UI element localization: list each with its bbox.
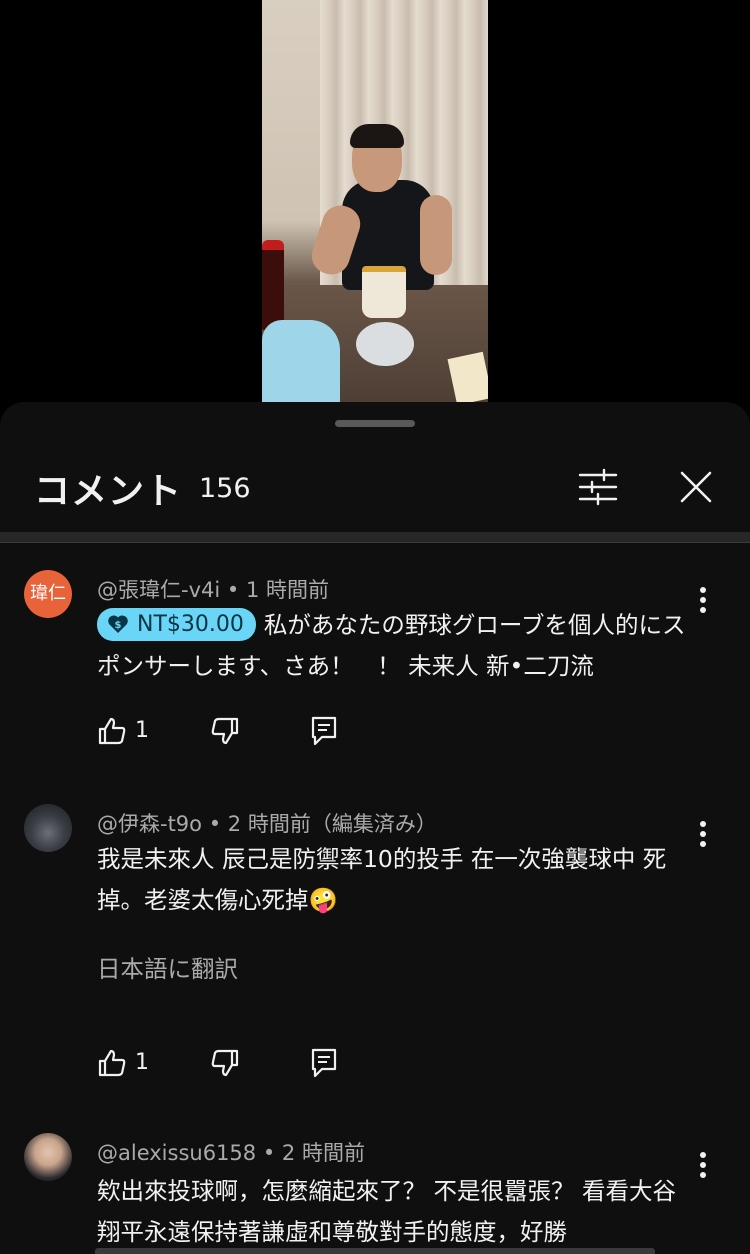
comment-meta: @伊森-t9o • 2 時間前（編集済み） <box>97 808 437 838</box>
cola-bottle <box>262 240 284 330</box>
dislike-button[interactable] <box>210 1048 240 1082</box>
like-count: 1 <box>135 1050 149 1075</box>
svg-text:$: $ <box>115 620 122 631</box>
comment-author[interactable]: @alexissu6158 <box>97 1141 256 1165</box>
close-button[interactable] <box>674 465 718 509</box>
meta-separator: • <box>256 1141 282 1165</box>
noodle-cup <box>362 266 406 318</box>
comment-time: 2 時間前（編集済み） <box>227 812 437 836</box>
translate-link[interactable]: 日本語に翻訳 <box>97 950 238 984</box>
drag-handle[interactable] <box>335 420 415 427</box>
video-player[interactable] <box>0 0 750 402</box>
meta-separator: • <box>220 578 246 602</box>
heart-dollar-icon: $ <box>108 615 128 633</box>
blue-bag <box>262 320 340 402</box>
avatar[interactable] <box>24 804 72 852</box>
comments-title: コメント <box>34 471 183 512</box>
home-indicator-bar <box>95 1248 655 1254</box>
meta-separator: • <box>202 812 228 836</box>
avatar[interactable]: 瑋仁 <box>24 570 72 618</box>
comment-text: 我是未來人 辰己是防禦率10的投手 在一次強襲球中 死掉。老婆太傷心死掉🤪 <box>97 845 667 914</box>
reply-comment-icon <box>311 1048 337 1078</box>
tune-sliders-icon <box>578 468 618 506</box>
comments-count: 156 <box>199 473 251 504</box>
avatar[interactable] <box>24 1133 72 1181</box>
reply-comment-icon <box>311 716 337 746</box>
dislike-button[interactable] <box>210 716 240 750</box>
more-vert-icon <box>700 821 706 847</box>
person-hair <box>350 124 404 148</box>
header-divider <box>0 532 750 543</box>
comment-more-button[interactable] <box>690 814 716 854</box>
avatar-initials: 瑋仁 <box>30 583 66 604</box>
plastic-bowl <box>356 322 414 366</box>
super-thanks-chip: $ NT$30.00 <box>97 608 256 641</box>
comment-text: 欸出來投球啊，怎麼縮起來了？ 不是很囂張？ 看看大谷翔平永遠保持著謙虛和尊敬對手… <box>97 1177 676 1246</box>
comments-sheet: コメント 156 瑋仁 @張瑋仁-v4i • 1 時間前 $ NT$30.00 … <box>0 402 750 1254</box>
person-arm-right <box>420 195 452 275</box>
reply-button[interactable] <box>310 715 338 751</box>
comment-time: 1 時間前 <box>245 578 329 602</box>
close-icon <box>680 471 712 503</box>
thumb-up-icon <box>98 1049 126 1077</box>
comment-text: $ NT$30.00 私があなたの野球グローブを個人的にスポンサーします、さあ！ ！… <box>97 605 707 687</box>
like-button[interactable] <box>97 716 127 750</box>
thumb-up-icon <box>98 717 126 745</box>
like-count: 1 <box>135 718 149 743</box>
comment-time: 2 時間前 <box>281 1141 365 1165</box>
comment-author[interactable]: @伊森-t9o <box>97 812 202 836</box>
comment-meta: @張瑋仁-v4i • 1 時間前 <box>97 574 329 604</box>
comment-meta: @alexissu6158 • 2 時間前 <box>97 1137 365 1167</box>
comment-author[interactable]: @張瑋仁-v4i <box>97 578 220 602</box>
thumb-down-icon <box>211 717 239 745</box>
sort-filter-button[interactable] <box>576 465 620 509</box>
donation-amount: NT$30.00 <box>137 612 244 637</box>
video-frame[interactable] <box>262 0 488 402</box>
reply-button[interactable] <box>310 1047 338 1083</box>
thumb-down-icon <box>211 1049 239 1077</box>
like-button[interactable] <box>97 1048 127 1082</box>
